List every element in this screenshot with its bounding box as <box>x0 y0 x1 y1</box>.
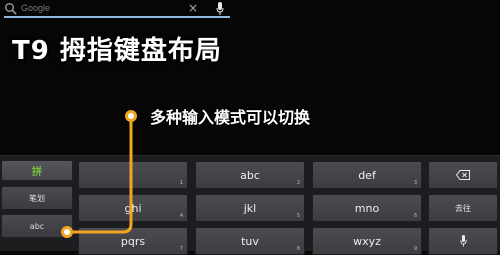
key-label: ghi <box>124 201 142 215</box>
delete-key[interactable] <box>428 161 498 189</box>
key-number: 6 <box>413 213 417 219</box>
stroke-mode-key[interactable]: 笔划 <box>1 186 73 210</box>
go-key[interactable]: 去往 <box>428 194 498 222</box>
search-icon <box>5 3 17 15</box>
clear-icon[interactable]: × <box>188 1 198 15</box>
key-number: 1 <box>179 180 183 186</box>
key-label: tuv <box>241 234 259 248</box>
key-label: mno <box>354 201 380 215</box>
voice-icon <box>459 235 467 247</box>
key-6[interactable]: mno 6 <box>312 194 422 222</box>
key-number: 7 <box>179 246 183 252</box>
key-1[interactable]: 1 <box>78 161 188 189</box>
callout-text: 多种输入模式可以切换 <box>150 108 311 127</box>
search-underline <box>4 16 230 18</box>
search-input[interactable] <box>21 1 181 15</box>
mic-icon[interactable] <box>216 2 224 16</box>
key-number: 5 <box>296 213 300 219</box>
voice-key[interactable] <box>428 227 498 255</box>
key-2[interactable]: abc 2 <box>195 161 305 189</box>
key-number: 3 <box>413 180 417 186</box>
key-number: 2 <box>296 180 300 186</box>
abc-mode-key[interactable]: abc <box>1 214 73 238</box>
key-7[interactable]: pqrs 7 <box>78 227 188 255</box>
key-label: wxyz <box>353 234 381 248</box>
key-label: abc <box>240 168 260 182</box>
delete-icon <box>456 170 470 180</box>
key-5[interactable]: jkl 5 <box>195 194 305 222</box>
search-bar: × <box>0 0 236 20</box>
pinyin-mode-key[interactable]: 拼 <box>1 160 73 181</box>
key-number: 4 <box>179 213 183 219</box>
go-key-label: 去往 <box>455 203 471 213</box>
key-number: 9 <box>413 246 417 252</box>
key-number: 8 <box>296 246 300 252</box>
key-9[interactable]: wxyz 9 <box>312 227 422 255</box>
key-label: def <box>358 168 376 182</box>
key-label: pqrs <box>120 234 146 248</box>
page-title: T9 拇指键盘布局 <box>12 36 222 66</box>
key-label: jkl <box>243 201 257 215</box>
key-3[interactable]: def 3 <box>312 161 422 189</box>
key-4[interactable]: ghi 4 <box>78 194 188 222</box>
app-screen: × T9 拇指键盘布局 拼 笔划 abc 1 abc 2 def 3 ghi 4 jk… <box>0 0 500 255</box>
key-8[interactable]: tuv 8 <box>195 227 305 255</box>
